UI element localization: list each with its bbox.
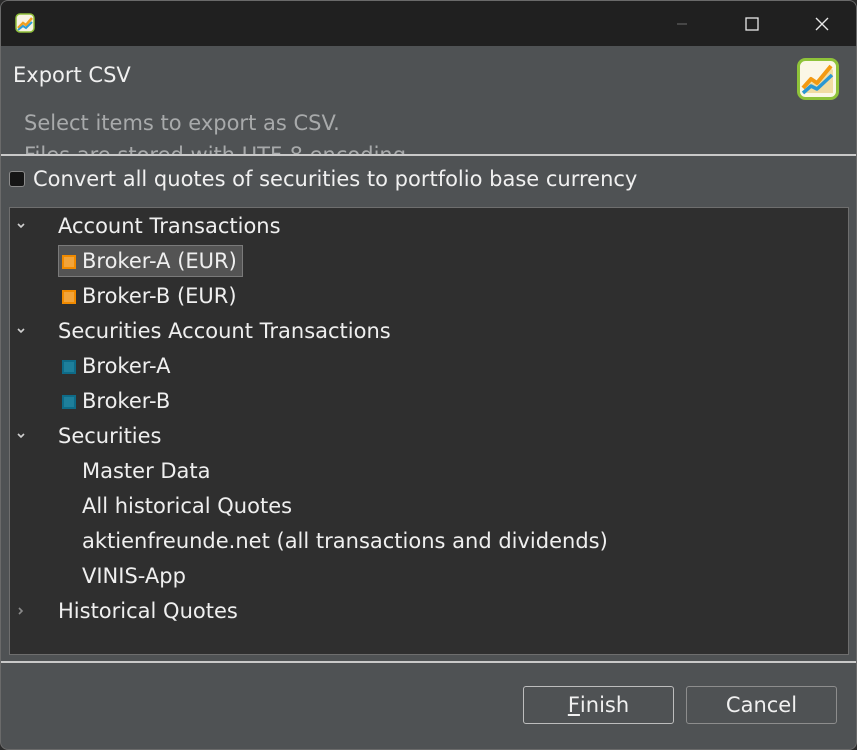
chevron-down-icon[interactable] (14, 219, 28, 233)
title-bar (1, 1, 856, 46)
close-icon (815, 17, 829, 30)
finish-mnemonic: F (567, 693, 580, 717)
portfolio-performance-logo-icon (797, 58, 839, 100)
app-icon (15, 13, 35, 33)
maximize-button[interactable] (717, 1, 787, 46)
minimize-button[interactable] (647, 1, 717, 46)
tree-group-securities[interactable]: Securities (10, 419, 848, 453)
tree-group-securities-account-transactions[interactable]: Securities Account Transactions (10, 314, 848, 348)
item-label: Master Data (82, 459, 211, 483)
group-label: Account Transactions (58, 214, 281, 238)
export-csv-dialog: Export CSV Select items to export as CSV… (0, 0, 857, 750)
wizard-header: Export CSV Select items to export as CSV… (1, 46, 856, 154)
group-label: Securities Account Transactions (58, 319, 391, 343)
cancel-button[interactable]: Cancel (686, 686, 837, 724)
description-line-1: Select items to export as CSV. (24, 111, 340, 135)
item-label: Broker-B (82, 389, 171, 413)
chevron-right-icon[interactable] (14, 604, 28, 618)
convert-currency-label: Convert all quotes of securities to port… (33, 167, 638, 191)
chevron-down-icon[interactable] (14, 429, 28, 443)
page-title: Export CSV (13, 63, 131, 87)
tree-item-vinis-app[interactable]: VINIS-App (10, 559, 848, 593)
item-label: VINIS-App (82, 564, 186, 588)
minimize-icon (677, 23, 687, 24)
item-label: All historical Quotes (82, 494, 293, 518)
group-label: Securities (58, 424, 162, 448)
tree-item-all-historical-quotes[interactable]: All historical Quotes (10, 489, 848, 523)
item-label: Broker-A (EUR) (82, 249, 237, 273)
convert-currency-option[interactable]: Convert all quotes of securities to port… (9, 166, 637, 192)
account-icon (62, 290, 76, 304)
content-area: Convert all quotes of securities to port… (1, 156, 856, 661)
item-label: Broker-A (82, 354, 171, 378)
portfolio-icon (62, 360, 76, 374)
group-label: Historical Quotes (58, 599, 238, 623)
page-description: Select items to export as CSV. Files are… (24, 107, 413, 154)
tree-item-broker-b[interactable]: Broker-B (10, 384, 848, 418)
tree-item-broker-a[interactable]: Broker-A (10, 349, 848, 383)
portfolio-icon (62, 395, 76, 409)
close-button[interactable] (787, 1, 856, 46)
export-items-tree[interactable]: Account Transactions Broker-A (EUR) Brok… (9, 207, 849, 655)
footer-separator (1, 661, 856, 663)
maximize-icon (745, 16, 759, 31)
tree-group-historical-quotes[interactable]: Historical Quotes (10, 594, 848, 628)
finish-button[interactable]: Finish (523, 686, 674, 724)
tree-item-aktienfreunde[interactable]: aktienfreunde.net (all transactions and … (10, 524, 848, 558)
tree-item-broker-a-eur[interactable]: Broker-A (EUR) (10, 244, 848, 278)
tree-item-master-data[interactable]: Master Data (10, 454, 848, 488)
tree-group-account-transactions[interactable]: Account Transactions (10, 209, 848, 243)
chevron-down-icon[interactable] (14, 324, 28, 338)
convert-currency-checkbox[interactable] (9, 171, 25, 187)
tree-item-broker-b-eur[interactable]: Broker-B (EUR) (10, 279, 848, 313)
description-line-2: Files are stored with UTF-8 encoding. (24, 139, 413, 154)
item-label: Broker-B (EUR) (82, 284, 237, 308)
item-label: aktienfreunde.net (all transactions and … (82, 529, 608, 553)
finish-label: inish (579, 693, 630, 717)
account-icon (62, 255, 76, 269)
